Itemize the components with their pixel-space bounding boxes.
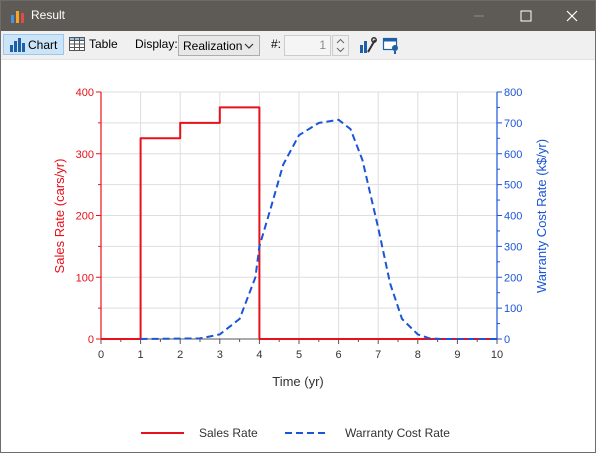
chevron-down-icon (244, 43, 254, 49)
x-tick-label: 10 (491, 349, 503, 361)
x-tick-label: 0 (98, 349, 104, 361)
x-tick-label: 1 (138, 349, 144, 361)
x-tick-label: 6 (336, 349, 342, 361)
realization-number-input[interactable]: 1 (284, 35, 331, 56)
bar-chart-app-icon (11, 11, 24, 23)
export-settings-button[interactable] (382, 36, 400, 54)
display-label: Display: (135, 37, 178, 51)
chart-area: 0 1 2 3 4 5 6 7 8 9 10 0 100 200 300 400 0 100 200 300 400 50… (1, 60, 595, 452)
x-tick-label: 3 (217, 349, 223, 361)
spin-down-icon (336, 47, 345, 53)
chart-view-button[interactable]: Chart (3, 34, 64, 55)
spin-up-icon (336, 38, 345, 44)
right-y-tick-label: 300 (504, 241, 522, 253)
x-tick-label: 8 (415, 349, 421, 361)
close-button[interactable] (549, 1, 595, 31)
window-settings-icon (382, 37, 398, 54)
warranty-cost-rate-line (140, 118, 497, 340)
left-y-tick-label: 200 (76, 211, 94, 223)
left-y-tick-label: 100 (76, 272, 94, 284)
table-icon (69, 37, 85, 51)
x-tick-label: 5 (296, 349, 302, 361)
chart-view-label: Chart (28, 38, 58, 52)
legend: Sales Rate Warranty Cost Rate (141, 426, 450, 440)
display-select[interactable]: Realization (178, 35, 260, 56)
right-y-tick-label: 100 (504, 303, 522, 315)
right-y-tick-label: 700 (504, 118, 522, 130)
left-y-tick-label: 300 (76, 149, 94, 161)
right-y-tick-label: 800 (504, 87, 522, 99)
close-icon (566, 10, 578, 22)
minimize-button[interactable] (456, 1, 502, 31)
right-y-axis-label: Warranty Cost Rate (k$/yr) (534, 139, 549, 293)
x-tick-label: 4 (256, 349, 262, 361)
right-y-tick-label: 200 (504, 272, 522, 284)
maximize-icon (520, 10, 532, 22)
chart-properties-button[interactable] (359, 36, 377, 54)
title-bar: Result (1, 1, 595, 31)
result-window: Result Chart Table Display: Realization … (0, 0, 596, 453)
grid (100, 91, 498, 340)
result-chart: 0 1 2 3 4 5 6 7 8 9 100100200300400010020030040050… (52, 87, 549, 440)
legend-label-warranty-cost-rate: Warranty Cost Rate (345, 426, 450, 440)
display-select-value: Realization (183, 39, 243, 53)
maximize-button[interactable] (503, 1, 549, 31)
left-y-tick-label: 400 (76, 87, 94, 99)
table-view-button[interactable]: Table (67, 34, 119, 55)
x-tick-label: 7 (375, 349, 381, 361)
legend-label-sales-rate: Sales Rate (199, 426, 258, 440)
left-y-tick-label: 0 (88, 334, 94, 346)
right-y-tick-label: 600 (504, 149, 522, 161)
window-title: Result (31, 8, 66, 22)
table-view-label: Table (89, 37, 118, 51)
right-y-tick-label: 500 (504, 180, 522, 192)
minimize-icon (474, 15, 484, 17)
right-y-tick-label: 0 (504, 334, 510, 346)
x-tick-label: 9 (454, 349, 460, 361)
toolbar: Chart Table Display: Realization #: 1 (1, 31, 595, 60)
chart-properties-icon (360, 37, 377, 53)
x-axis-label: Time (yr) (272, 374, 324, 389)
left-y-axis-label: Sales Rate (cars/yr) (52, 159, 67, 274)
realization-number-spinner[interactable] (332, 35, 349, 56)
realization-number-label: #: (271, 37, 282, 51)
bar-chart-icon (10, 38, 25, 52)
right-y-tick-label: 400 (504, 211, 522, 223)
x-tick-label: 2 (177, 349, 183, 361)
